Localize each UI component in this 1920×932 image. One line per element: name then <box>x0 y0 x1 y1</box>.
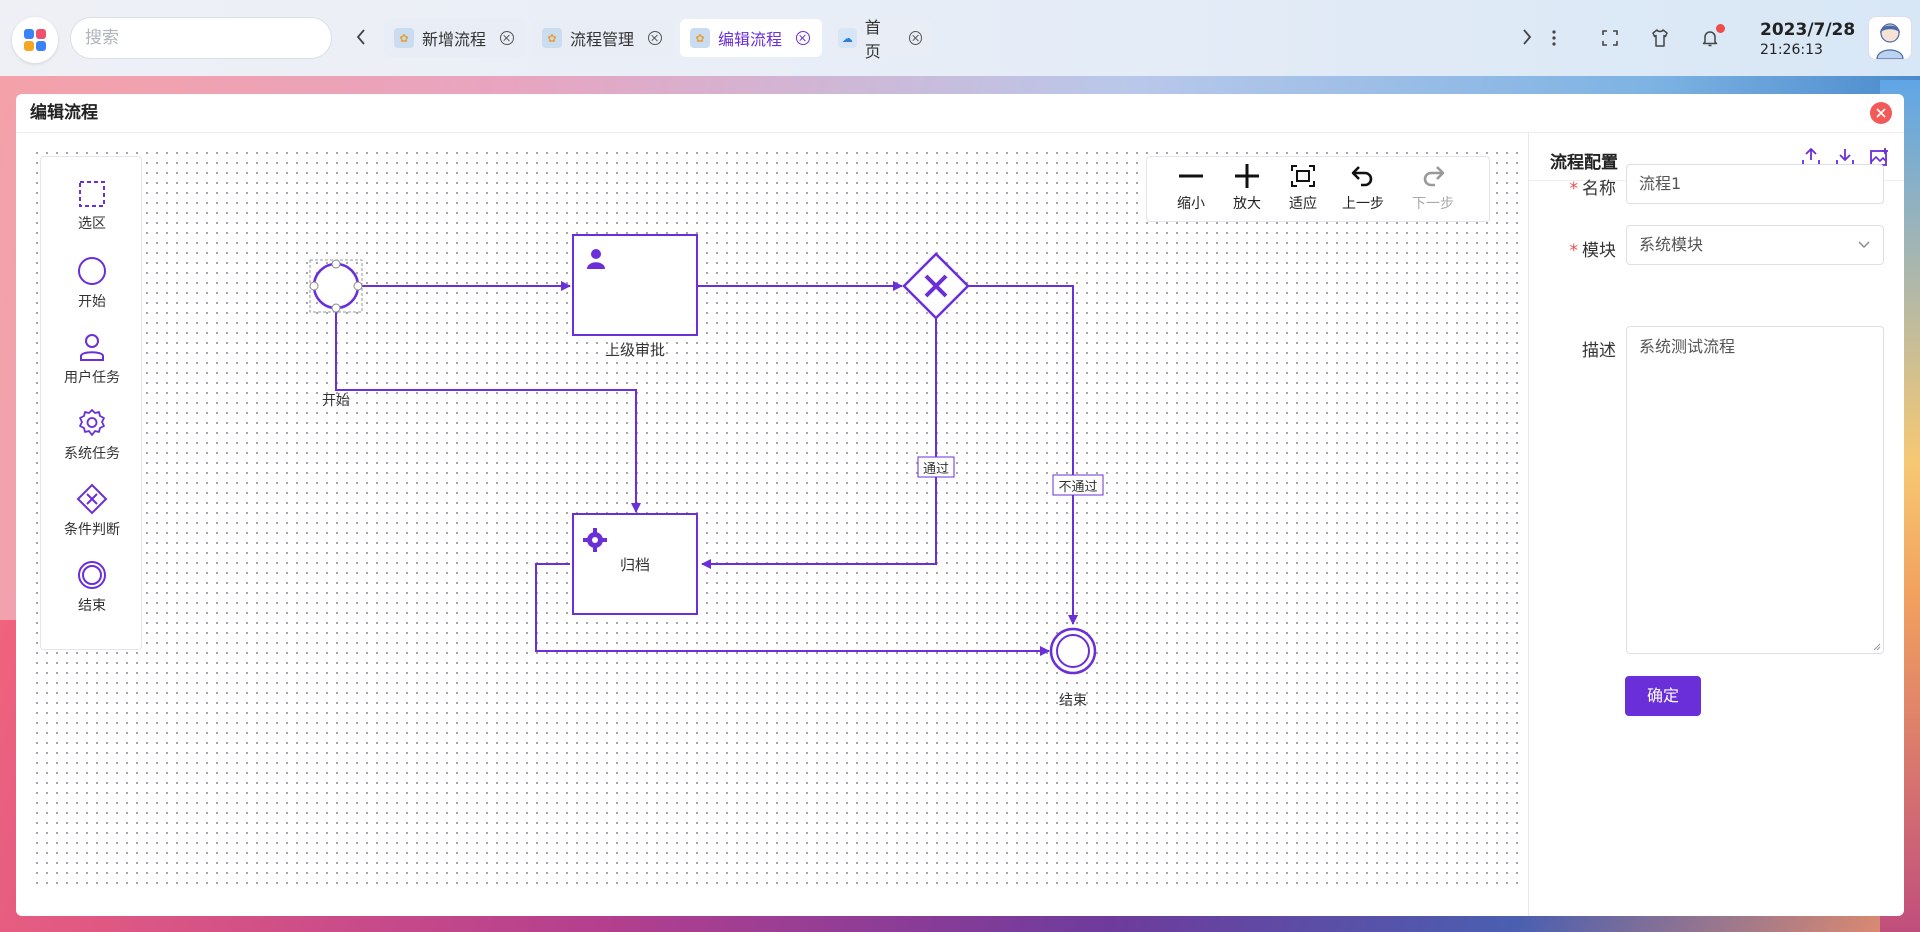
chevron-right-icon[interactable] <box>1520 27 1534 47</box>
chevron-down-icon <box>1858 241 1870 248</box>
anchor-point[interactable] <box>353 281 363 291</box>
theme-shirt-icon[interactable] <box>1650 28 1670 48</box>
app-launcher-icon[interactable] <box>12 17 58 63</box>
process-diagram <box>309 234 1104 675</box>
end-event-label: 结束 <box>1059 693 1087 709</box>
close-tab-icon[interactable] <box>908 31 922 45</box>
edit-process-window: 编辑流程 选区 开始 用户任务 系统任务 条件判断 结束 缩小 放大 适应 上一… <box>16 94 1904 916</box>
close-tab-icon[interactable] <box>648 31 663 45</box>
process-tab-icon: ✿ <box>542 28 562 48</box>
pass-edge-label: 通过 <box>922 462 949 477</box>
close-window-icon[interactable] <box>1870 102 1892 124</box>
archive-task-label: 归档 <box>619 556 650 574</box>
name-input-value: 流程1 <box>1639 174 1682 193</box>
description-textarea[interactable]: 系统测试流程 <box>1626 326 1884 654</box>
process-tab-icon: ✿ <box>394 28 414 48</box>
start-event-node[interactable] <box>312 262 360 310</box>
anchor-point[interactable] <box>331 259 341 269</box>
clock-time: 21:26:13 <box>1760 42 1823 58</box>
user-avatar[interactable] <box>1868 16 1912 60</box>
module-field-label: * 模块 <box>1569 241 1617 261</box>
tab-label: 流程管理 <box>570 30 635 49</box>
anchor-point[interactable] <box>331 303 341 313</box>
divider <box>1528 132 1529 916</box>
tab-label: 首页 <box>864 18 881 61</box>
notification-badge <box>1716 24 1725 33</box>
avatar-illustration-icon <box>1876 23 1904 60</box>
approve-task-node[interactable] <box>572 234 698 336</box>
reject-edge-label: 不通过 <box>1058 480 1098 495</box>
edge-gateway-pass[interactable] <box>701 312 937 569</box>
resize-handle-icon[interactable] <box>1871 641 1881 651</box>
tab-home[interactable]: ☁ 首页 <box>828 18 932 61</box>
cloud-home-icon: ☁ <box>838 28 857 48</box>
search-input[interactable]: 搜索 <box>70 17 332 59</box>
anchor-point[interactable] <box>309 281 319 291</box>
edge-gateway-reject[interactable] <box>964 285 1078 625</box>
more-vertical-icon[interactable] <box>1544 28 1564 48</box>
close-tab-icon[interactable] <box>500 31 515 45</box>
tab-process-management[interactable]: ✿ 流程管理 <box>532 19 674 57</box>
top-bar: 搜索 ✿ 新增流程 ✿ 流程管理 ✿ 编辑流程 ☁ 首页 2023/7/28 2… <box>0 0 1920 76</box>
approve-task-label: 上级审批 <box>604 341 665 359</box>
search-placeholder: 搜索 <box>85 28 119 48</box>
close-tab-icon[interactable] <box>796 31 811 45</box>
panel-title: 流程配置 <box>1550 153 1618 173</box>
tab-add-process[interactable]: ✿ 新增流程 <box>384 19 526 57</box>
chevron-left-icon[interactable] <box>354 27 368 47</box>
process-tab-icon: ✿ <box>690 28 710 48</box>
name-input[interactable]: 流程1 <box>1626 164 1884 204</box>
tab-label: 新增流程 <box>422 30 487 49</box>
module-select-value: 系统模块 <box>1639 235 1704 254</box>
confirm-button[interactable]: 确定 <box>1625 676 1701 716</box>
start-event-label: 开始 <box>322 393 350 409</box>
tab-edit-process[interactable]: ✿ 编辑流程 <box>680 19 822 57</box>
description-field-label: 描述 <box>1582 341 1616 361</box>
clock-date: 2023/7/28 <box>1760 20 1856 40</box>
fullscreen-icon[interactable] <box>1600 28 1620 48</box>
module-select[interactable]: 系统模块 <box>1626 225 1884 265</box>
description-value: 系统测试流程 <box>1639 337 1736 356</box>
name-field-label: * 名称 <box>1569 179 1617 199</box>
tab-label: 编辑流程 <box>718 30 783 49</box>
